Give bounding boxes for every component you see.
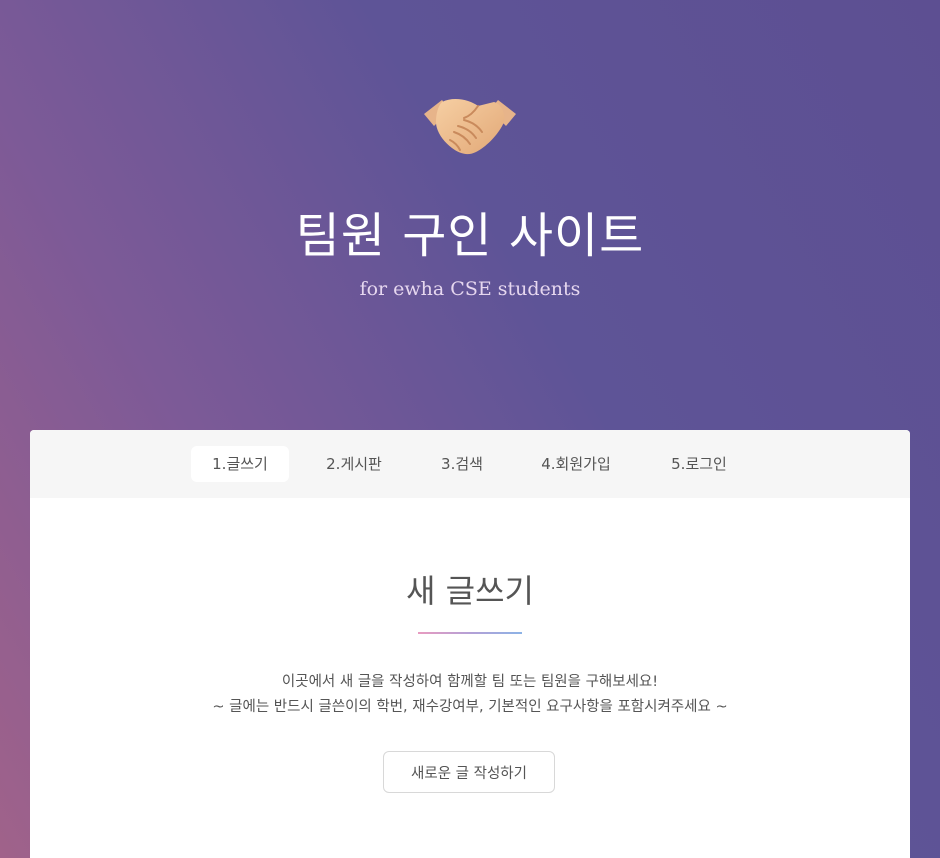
new-post-button[interactable]: 새로운 글 작성하기 xyxy=(383,751,555,793)
description-line-2: ~ 글에는 반드시 글쓴이의 학번, 재수강여부, 기본적인 요구사항을 포함시… xyxy=(212,699,728,715)
main-panel: 1.글쓰기 2.게시판 3.검색 4.회원가입 5.로그인 새 글쓰기 이곳에서… xyxy=(30,430,910,858)
tab-search[interactable]: 3.검색 xyxy=(422,446,502,482)
tab-write[interactable]: 1.글쓰기 xyxy=(191,446,289,482)
section-title: 새 글쓰기 xyxy=(406,572,534,610)
handshake-icon xyxy=(424,99,516,155)
tab-signup[interactable]: 4.회원가입 xyxy=(521,446,631,482)
site-header: 팀원 구인 사이트 for ewha CSE students xyxy=(0,0,940,430)
tab-board[interactable]: 2.게시판 xyxy=(306,446,402,482)
site-title: 팀원 구인 사이트 xyxy=(295,208,645,264)
nav-bar: 1.글쓰기 2.게시판 3.검색 4.회원가입 5.로그인 xyxy=(30,430,910,498)
description: 이곳에서 새 글을 작성하여 함께할 팀 또는 팀원을 구해보세요! ~ 글에는… xyxy=(30,670,910,720)
tab-login[interactable]: 5.로그인 xyxy=(652,446,746,482)
site-subtitle: for ewha CSE students xyxy=(359,278,581,300)
description-line-1: 이곳에서 새 글을 작성하여 함께할 팀 또는 팀원을 구해보세요! xyxy=(281,674,659,690)
title-divider xyxy=(418,632,522,634)
